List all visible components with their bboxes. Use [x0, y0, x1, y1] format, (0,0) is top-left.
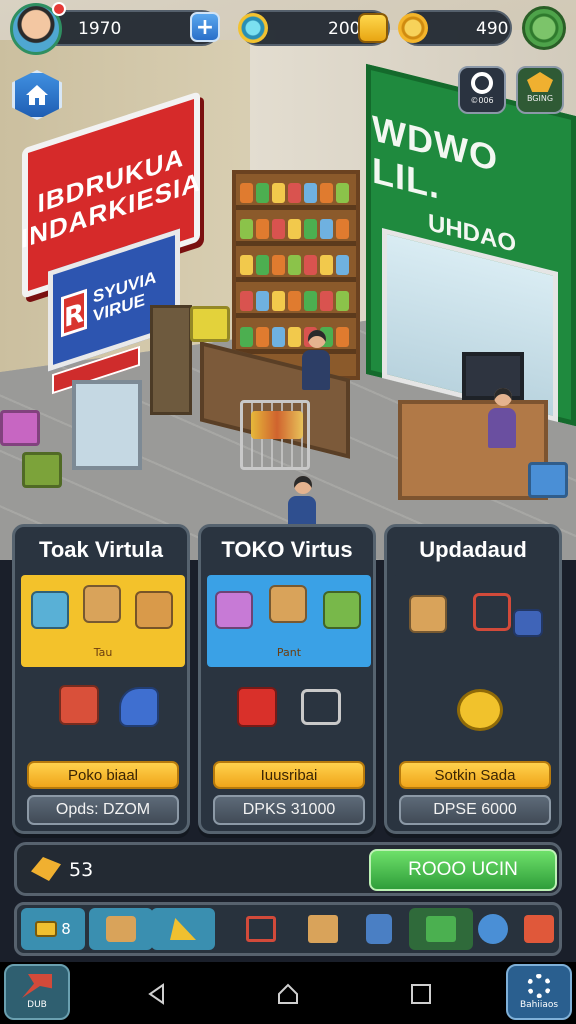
gem-value: 200	[328, 19, 361, 39]
compass-icon	[238, 13, 268, 43]
tray-slot-4[interactable]	[229, 908, 293, 950]
home-icon	[26, 85, 48, 105]
product-box-icon	[215, 591, 253, 629]
crown-icon	[527, 72, 553, 92]
basket-icon	[269, 585, 307, 623]
tools-button[interactable]: DUB	[4, 964, 70, 1020]
balance-value: 53	[69, 859, 94, 881]
cash-value: 1970	[78, 19, 122, 39]
settings-menu-button[interactable]: Bahiiaos	[506, 964, 572, 1020]
crate-yellow	[190, 306, 230, 342]
claim-button[interactable]: ROOO UCIN	[369, 849, 557, 891]
bolt-icon[interactable]	[358, 13, 388, 43]
checkout-counter-right[interactable]	[398, 400, 548, 500]
card-updadaud[interactable]: Updadaud Sotkin Sada DPSE 6000	[384, 524, 562, 834]
home-system-icon[interactable]	[276, 982, 300, 1006]
box-icon	[409, 595, 447, 633]
gem-pill: 200	[238, 10, 390, 46]
card-item-panel	[393, 575, 557, 667]
puzzle-icon	[478, 914, 508, 944]
shop-button-label: BGING	[526, 94, 554, 103]
cashier-right[interactable]	[488, 388, 518, 448]
tray-slot-2[interactable]	[89, 908, 153, 950]
cashier-left[interactable]	[302, 330, 332, 390]
coin-icon	[398, 13, 428, 43]
search-box-icon	[119, 687, 159, 727]
card-toko-virtus[interactable]: TOKO Virtus Pant Iuusribai DPKS 31000	[198, 524, 376, 834]
card-price-button[interactable]: DPKS 31000	[213, 795, 365, 825]
gift-box-icon	[524, 915, 554, 943]
shop-button[interactable]: BGING	[516, 66, 564, 114]
cog-icon	[527, 974, 551, 998]
wallet-icon	[513, 609, 543, 637]
basket-icon	[83, 585, 121, 623]
bag-icon	[135, 591, 173, 629]
card-toak-virtula[interactable]: Toak Virtula Tau Poko biaal Opds: DZOM	[12, 524, 190, 834]
card-action-button[interactable]: Sotkin Sada	[399, 761, 551, 789]
tray-slot-1[interactable]: 8	[21, 908, 85, 950]
back-icon[interactable]	[145, 982, 169, 1006]
tray-slot-count: 8	[61, 920, 71, 938]
panel-label: Tau	[93, 646, 113, 659]
card-action-button[interactable]: Iuusribai	[213, 761, 365, 789]
basket-icon	[106, 916, 136, 942]
store-cards: Toak Virtula Tau Poko biaal Opds: DZOM T…	[12, 524, 564, 836]
box-icon	[308, 915, 338, 943]
item-tray: 8	[14, 902, 562, 956]
tray-slot-6[interactable]	[347, 908, 411, 950]
record-button-label: ©006	[470, 96, 494, 105]
record-icon	[471, 72, 493, 94]
fridge-left[interactable]	[72, 380, 142, 470]
cart-icon	[473, 593, 511, 631]
notification-dot	[52, 2, 66, 16]
plus-icon: +	[195, 14, 215, 40]
card-title: Updadaud	[419, 537, 527, 562]
tools-button-label: DUB	[27, 1000, 47, 1010]
card-item-panel: Pant	[207, 575, 371, 667]
tray-slot-9[interactable]	[507, 908, 571, 950]
record-button[interactable]: ©006	[458, 66, 506, 114]
tray-slot-5[interactable]	[291, 908, 355, 950]
card-price-button[interactable]: DPSE 6000	[399, 795, 551, 825]
crate-icon	[35, 921, 58, 937]
jar-icon	[366, 914, 392, 944]
balance-bar: 53 ROOO UCIN	[14, 842, 562, 896]
settings-button[interactable]	[522, 6, 566, 50]
tray-slot-3[interactable]	[151, 908, 215, 950]
recents-icon[interactable]	[409, 982, 433, 1006]
card-item-panel: Tau	[21, 575, 185, 667]
coin-pill: 490	[398, 10, 512, 46]
drink-shelf	[150, 305, 192, 415]
card-title: TOKO Virtus	[221, 537, 353, 562]
card-price-button[interactable]: Opds: DZOM	[27, 795, 179, 825]
system-nav-bar: DUB Bahiiaos	[0, 962, 576, 1024]
blue-sign-logo: R	[61, 288, 88, 338]
panel-label: Pant	[276, 646, 302, 659]
cart-icon	[246, 916, 276, 942]
gift-icon	[237, 687, 277, 727]
ticket-icon	[426, 916, 456, 942]
storage-box-icon	[31, 591, 69, 629]
crate-green	[22, 452, 62, 488]
cart-icon	[301, 689, 341, 725]
card-action-button[interactable]: Poko biaal	[27, 761, 179, 789]
card-title: Toak Virtula	[39, 537, 163, 562]
crate-purple	[0, 410, 40, 446]
shopping-cart[interactable]	[240, 400, 310, 470]
bolt-bundle-icon	[31, 857, 61, 881]
book-icon	[323, 591, 361, 629]
add-cash-button[interactable]: +	[190, 12, 220, 42]
crate-blue	[528, 462, 568, 498]
ramp-icon	[170, 918, 196, 940]
cabinet-icon	[59, 685, 99, 725]
check-badge-icon	[457, 689, 503, 731]
product-shelf[interactable]	[232, 170, 360, 380]
settings-menu-label: Bahiiaos	[519, 1000, 559, 1010]
coin-value: 490	[476, 19, 509, 39]
hammer-icon	[22, 974, 52, 998]
